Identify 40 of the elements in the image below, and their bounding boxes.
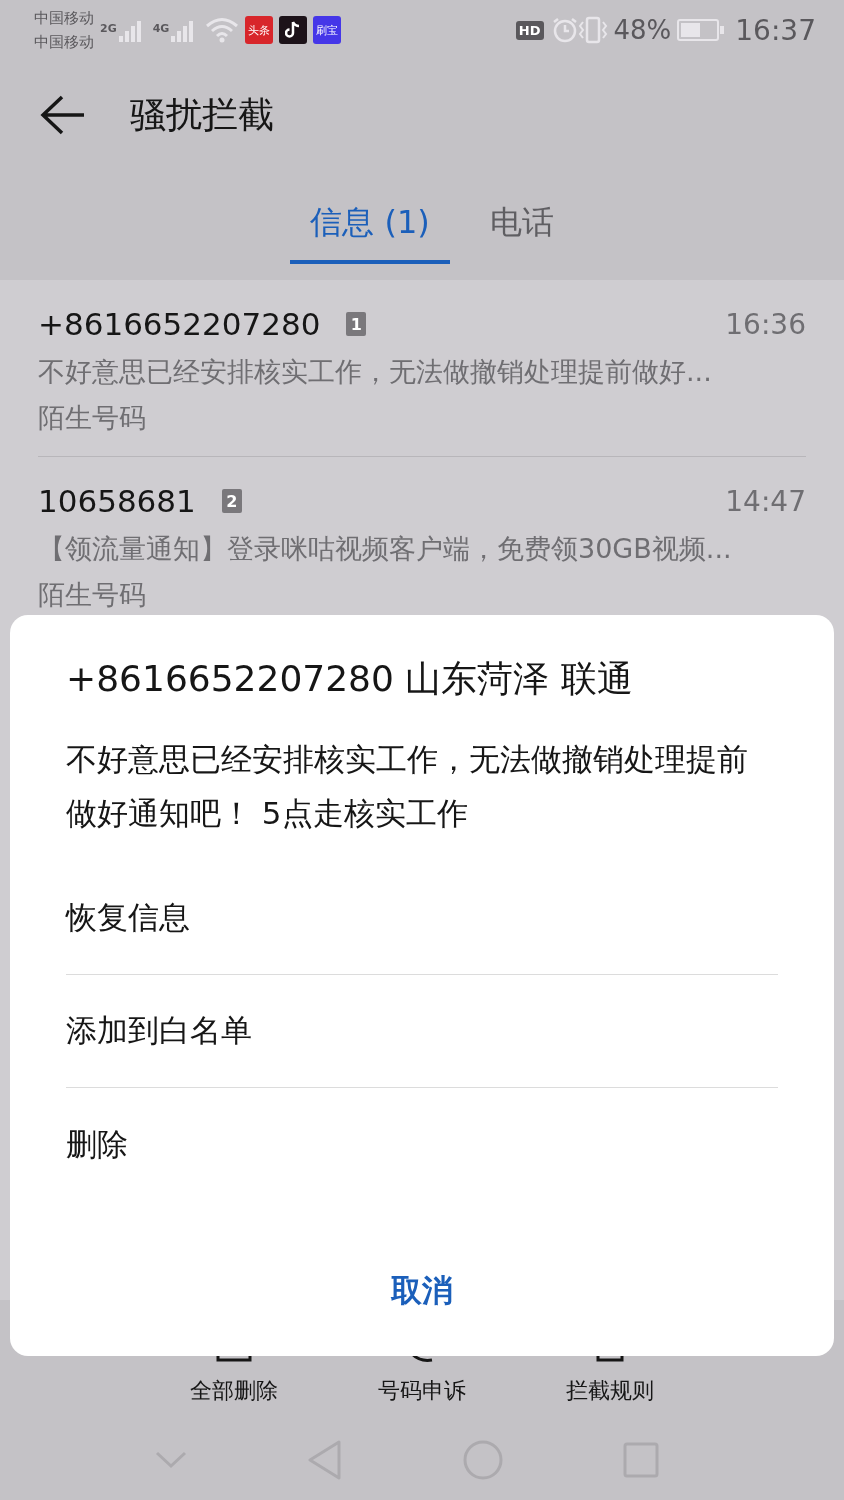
battery-icon xyxy=(677,18,726,42)
message-time: 16:36 xyxy=(725,307,806,341)
back-nav-icon[interactable] xyxy=(307,1440,343,1480)
wifi-icon xyxy=(205,17,240,43)
message-tag: 陌生号码 xyxy=(38,577,806,613)
message-text: 不好意思已经安排核实工作，无法做撤销处理提前做好通知吧！ 5点走核实工作 xyxy=(66,740,749,833)
carrier-label: 中国移动 xyxy=(34,8,94,29)
hd-badge: HD xyxy=(515,20,544,40)
toolbar-button[interactable]: 号码申诉 xyxy=(378,1354,466,1406)
menu-option[interactable]: 删除 xyxy=(66,1088,778,1201)
page-title: 骚扰拦截 xyxy=(130,92,274,137)
app-notification-icon: 头条 xyxy=(245,16,274,44)
app-notification-icon: 刷宝 xyxy=(313,16,342,44)
menu-option[interactable]: 添加到白名单 xyxy=(66,975,778,1088)
alarm-icon xyxy=(551,17,578,43)
sim-badge: 1 xyxy=(346,312,367,336)
message-time: 14:47 xyxy=(725,484,806,518)
carrier-label: 中国移动 xyxy=(34,32,94,53)
toolbar-button[interactable]: 拦截规则 xyxy=(566,1354,654,1406)
menu-option[interactable]: 恢复信息 xyxy=(66,862,778,975)
message-preview: 【领流量通知】登录咪咕视频客户端，免费领30GB视频... xyxy=(38,532,733,566)
vibrate-icon xyxy=(577,16,608,44)
tab[interactable]: 信息 (1) xyxy=(290,170,450,264)
sim-badge: 2 xyxy=(221,489,242,513)
collapse-icon[interactable] xyxy=(155,1451,187,1469)
recents-icon[interactable] xyxy=(623,1442,659,1478)
home-icon[interactable] xyxy=(463,1440,503,1480)
network-label: 2G xyxy=(100,22,117,35)
sender-number: 10658681 xyxy=(38,483,196,519)
tab[interactable]: 电话 xyxy=(469,170,574,264)
network-label: 4G xyxy=(152,22,170,35)
sender-number: +8616652207280 xyxy=(38,306,321,342)
battery-percent: 48% xyxy=(613,15,672,45)
message-preview: 不好意思已经安排核实工作，无法做撤销处理提前做好... xyxy=(38,355,713,389)
back-button[interactable] xyxy=(40,95,86,135)
message-tag: 陌生号码 xyxy=(38,400,806,436)
clock: 16:37 xyxy=(735,13,816,47)
app-notification-icon xyxy=(279,16,308,44)
cancel-button[interactable]: 取消 xyxy=(391,1270,453,1312)
dialog-title: +8616652207280 山东菏泽 联通 xyxy=(66,657,634,701)
